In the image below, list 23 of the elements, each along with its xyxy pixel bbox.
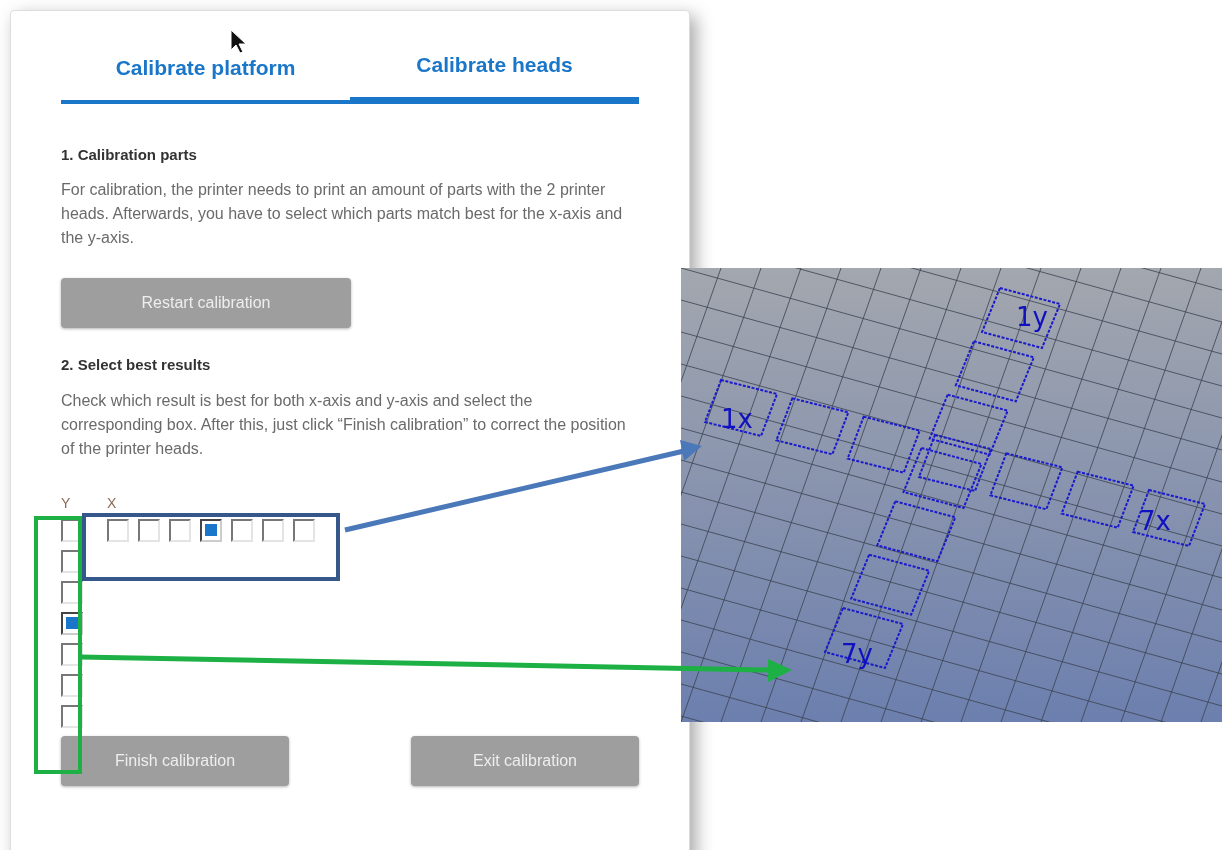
part-label: 1x xyxy=(721,404,753,434)
tab[interactable]: Calibrate heads xyxy=(350,49,639,104)
checkbox[interactable] xyxy=(293,518,315,542)
checkbox[interactable] xyxy=(231,518,253,542)
mouse-cursor-icon xyxy=(230,29,247,54)
checkbox[interactable] xyxy=(262,518,284,542)
restart-calibration-button[interactable]: Restart calibration xyxy=(61,278,351,328)
axis-label: Y xyxy=(61,494,72,511)
checkbox[interactable] xyxy=(200,518,222,542)
checkbox[interactable] xyxy=(107,518,129,542)
tab[interactable]: Calibrate platform xyxy=(61,52,350,104)
axis-label: X xyxy=(107,494,118,511)
exit-calibration-button[interactable]: Exit calibration xyxy=(411,735,639,786)
part-label: 1y xyxy=(1016,302,1048,332)
instruction-text: Check which result is best for both x-axis and y-axis and select the corresponding box. After this, just click “Finish calibration” to correct the position of the printer heads. xyxy=(61,390,627,459)
checkbox[interactable] xyxy=(138,518,160,542)
section-heading: 2. Select best results xyxy=(61,355,212,375)
checkbox[interactable] xyxy=(169,518,191,542)
part-label: 7x xyxy=(1139,506,1171,536)
finish-calibration-button[interactable]: Finish calibration xyxy=(61,735,289,786)
instruction-text: For calibration, the printer needs to print an amount of parts with the 2 printer heads. Afterwards, you have to select which parts match best for the x-axis and the y-axis. xyxy=(61,180,624,248)
section-heading: 1. Calibration parts xyxy=(61,144,198,165)
part-label: 7y xyxy=(841,639,873,669)
